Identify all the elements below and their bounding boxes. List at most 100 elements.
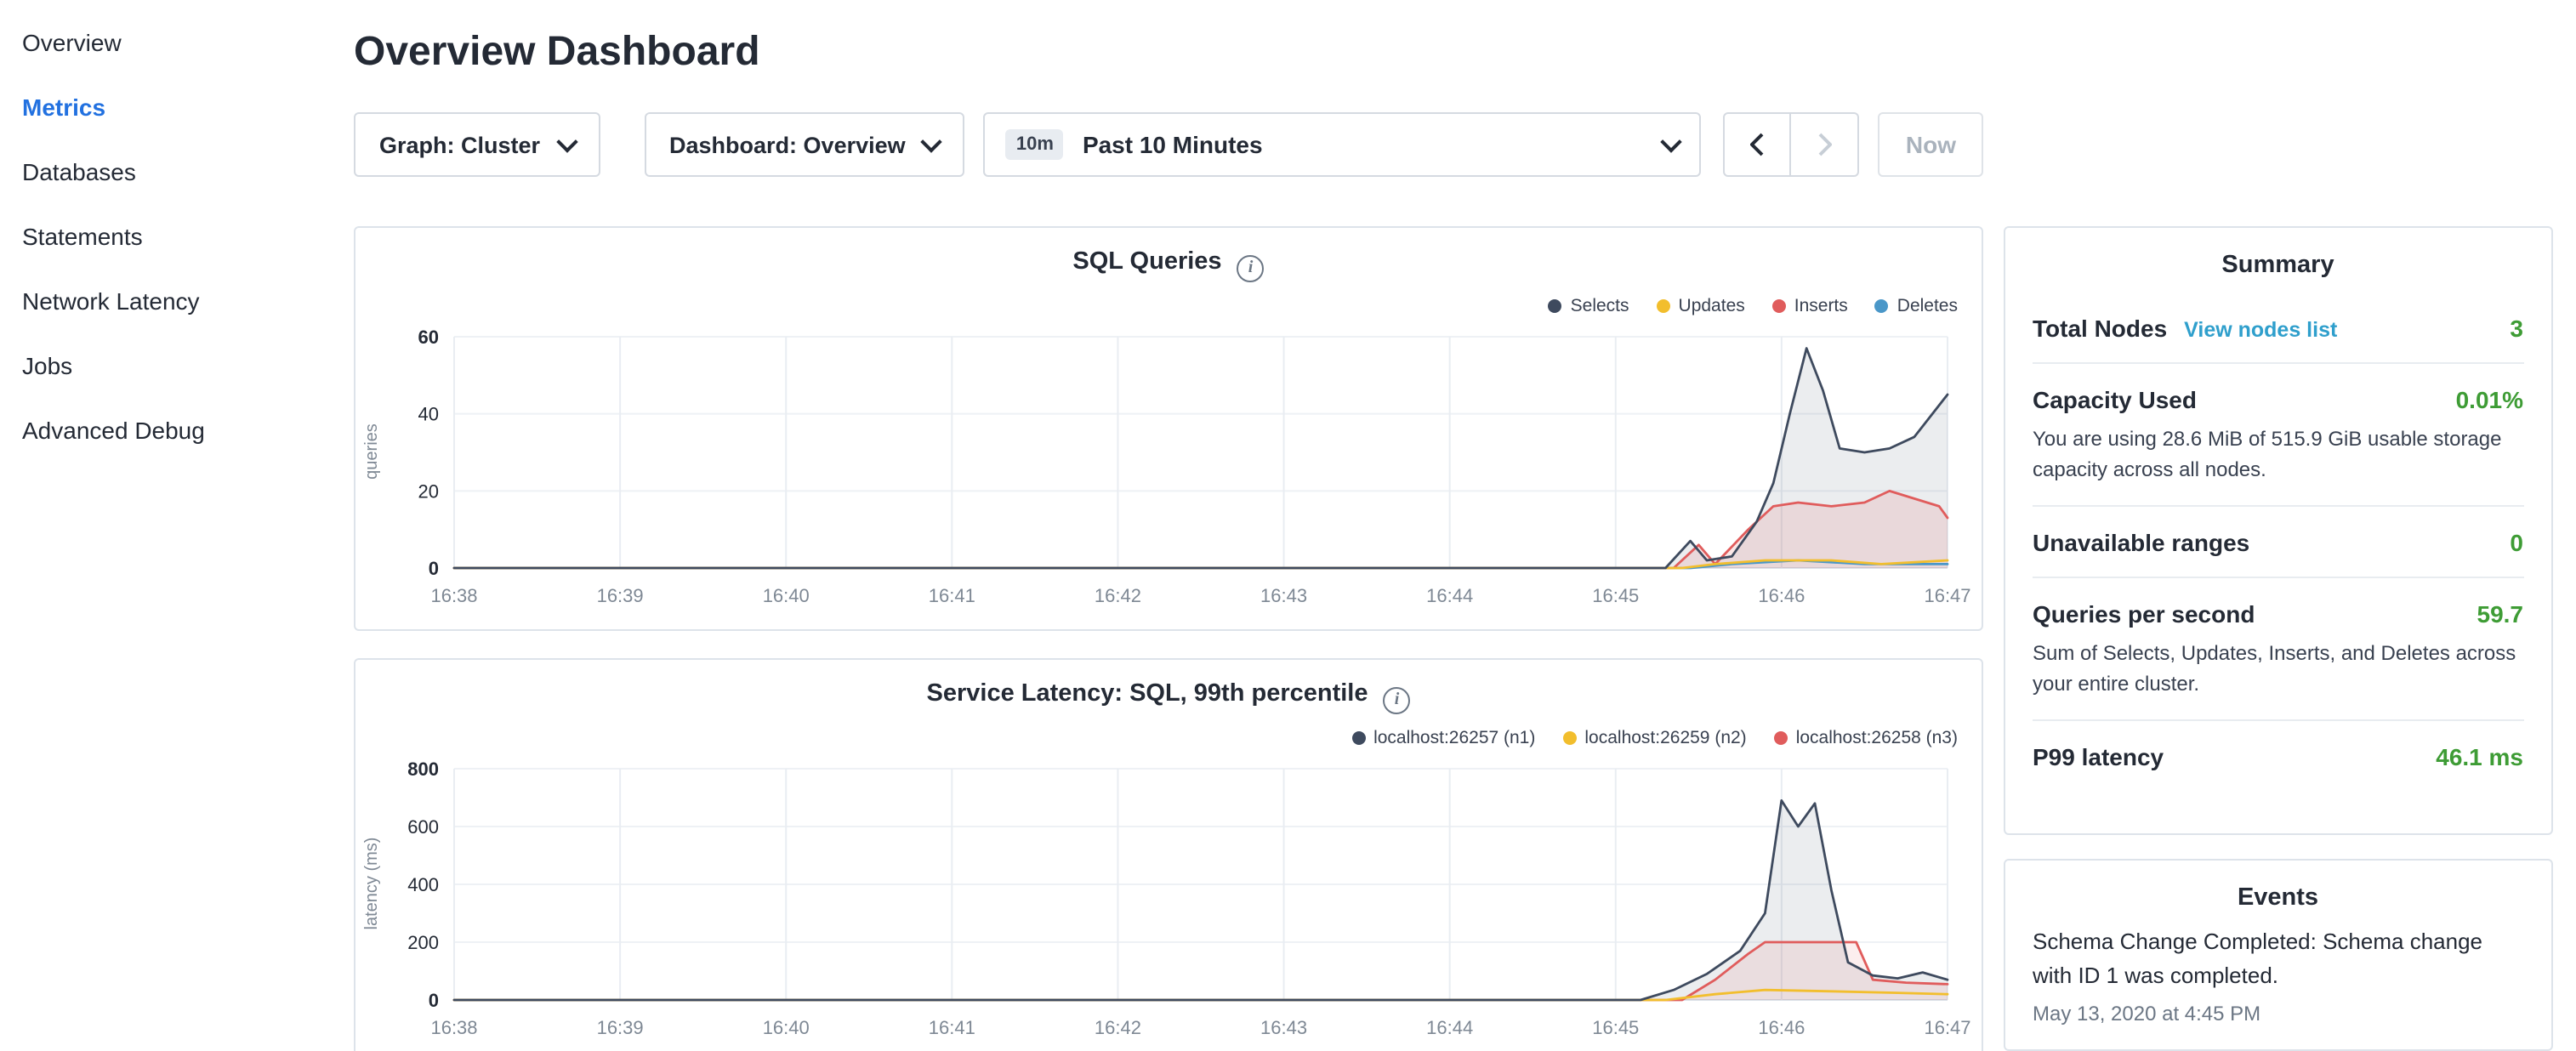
graph-scope-dropdown[interactable]: Graph: Cluster	[354, 112, 600, 177]
sidebar-item-metrics[interactable]: Metrics	[0, 75, 340, 139]
info-icon[interactable]: i	[1237, 254, 1265, 281]
svg-text:16:41: 16:41	[929, 1017, 975, 1038]
time-forward-button[interactable]	[1792, 112, 1860, 177]
legend-item: localhost:26258 (n3)	[1774, 728, 1958, 748]
info-icon[interactable]: i	[1384, 686, 1411, 713]
summary-panel: Summary Total Nodes View nodes list 3 Capac…	[2004, 226, 2552, 835]
legend-label: Updates	[1679, 296, 1745, 316]
legend-item: Inserts	[1772, 296, 1848, 316]
summary-value: 3	[2496, 315, 2523, 342]
page-title: Overview Dashboard	[354, 24, 1983, 82]
time-range-label: Past 10 Minutes	[1083, 131, 1263, 158]
chart-header: SQL Queries i	[355, 228, 1982, 279]
dashboard-dropdown[interactable]: Dashboard: Overview	[644, 112, 965, 177]
legend-label: localhost:26258 (n3)	[1796, 728, 1958, 748]
summary-value: 59.7	[2464, 600, 2524, 628]
summary-value: 0.01%	[2442, 386, 2523, 413]
svg-text:16:41: 16:41	[929, 585, 975, 606]
time-range-badge: 10m	[1006, 129, 1064, 160]
time-back-button[interactable]	[1724, 112, 1792, 177]
events-title: Events	[2033, 884, 2523, 912]
svg-text:600: 600	[407, 816, 439, 838]
svg-text:16:40: 16:40	[763, 585, 810, 606]
summary-value: 0	[2496, 529, 2523, 556]
events-panel: Events Schema Change Completed: Schema c…	[2004, 859, 2552, 1051]
summary-row: Capacity Used 0.01% You are using 28.6 MiB…	[2033, 364, 2523, 507]
legend-label: Selects	[1571, 296, 1629, 316]
summary-description: Sum of Selects, Updates, Inserts, and De…	[2033, 638, 2523, 699]
summary-column: Summary Total Nodes View nodes list 3 Capac…	[2004, 226, 2552, 1051]
chevron-down-icon	[921, 130, 942, 151]
svg-text:16:39: 16:39	[597, 1017, 644, 1038]
chart-panel-sql-queries: SQL Queries i Selects Updates Inserts Delete…	[354, 226, 1983, 631]
sidebar-item-statements[interactable]: Statements	[0, 204, 340, 269]
now-button[interactable]: Now	[1879, 112, 1983, 177]
chevron-right-icon	[1818, 133, 1832, 156]
summary-description: You are using 28.6 MiB of 515.9 GiB usab…	[2033, 423, 2523, 485]
legend-label: localhost:26259 (n2)	[1584, 728, 1746, 748]
summary-label: P99 latency	[2033, 743, 2164, 770]
main-content: Overview Dashboard Graph: Cluster Dashbo…	[340, 0, 2576, 1051]
sidebar-item-advanced-debug[interactable]: Advanced Debug	[0, 398, 340, 463]
svg-text:16:44: 16:44	[1426, 1017, 1473, 1038]
svg-text:16:45: 16:45	[1592, 585, 1639, 606]
legend-label: Deletes	[1897, 296, 1958, 316]
summary-row: P99 latency46.1 ms	[2033, 721, 2523, 791]
sidebar-item-overview[interactable]: Overview	[0, 10, 340, 75]
chart-legend: localhost:26257 (n1) localhost:26259 (n2)…	[1351, 728, 1958, 748]
y-axis-label: queries	[363, 383, 382, 520]
toolbar: Graph: Cluster Dashboard: Overview 10m P…	[354, 112, 1983, 177]
svg-text:16:47: 16:47	[1924, 1017, 1970, 1038]
svg-text:16:39: 16:39	[597, 585, 644, 606]
chart-legend: Selects Updates Inserts Deletes	[1549, 296, 1958, 316]
svg-text:40: 40	[418, 404, 439, 425]
chart-panel-service-latency: Service Latency: SQL, 99th percentile i l…	[354, 658, 1983, 1051]
legend-dot-icon	[1562, 731, 1576, 745]
legend-dot-icon	[1772, 299, 1786, 313]
legend-dot-icon	[1875, 299, 1889, 313]
view-nodes-link[interactable]: View nodes list	[2184, 318, 2337, 342]
legend-label: localhost:26257 (n1)	[1373, 728, 1535, 748]
svg-text:16:38: 16:38	[430, 1017, 477, 1038]
summary-title: Summary	[2033, 252, 2523, 279]
chart-title: Service Latency: SQL, 99th percentile	[927, 680, 1368, 707]
svg-text:800: 800	[407, 758, 439, 780]
summary-row: Unavailable ranges 0	[2033, 507, 2523, 578]
legend-dot-icon	[1657, 299, 1670, 313]
charts-column: Overview Dashboard Graph: Cluster Dashbo…	[354, 0, 1983, 1051]
svg-text:16:43: 16:43	[1260, 1017, 1307, 1038]
event-timestamp: May 13, 2020 at 4:45 PM	[2033, 1003, 2523, 1026]
sidebar-item-network-latency[interactable]: Network Latency	[0, 269, 340, 333]
summary-row: Total Nodes View nodes list 3	[2033, 293, 2523, 364]
sidebar-item-jobs[interactable]: Jobs	[0, 333, 340, 398]
sidebar-item-databases[interactable]: Databases	[0, 139, 340, 204]
svg-text:0: 0	[429, 990, 439, 1011]
svg-text:16:42: 16:42	[1095, 1017, 1141, 1038]
summary-label: Unavailable ranges	[2033, 529, 2249, 556]
legend-item: localhost:26259 (n2)	[1562, 728, 1746, 748]
svg-text:16:45: 16:45	[1592, 1017, 1639, 1038]
summary-label: Capacity Used	[2033, 386, 2197, 413]
time-range-dropdown[interactable]: 10m Past 10 Minutes	[984, 112, 1702, 177]
sidebar: OverviewMetricsDatabasesStatementsNetwor…	[0, 0, 340, 1051]
svg-text:16:38: 16:38	[430, 585, 477, 606]
chart-plot: 020040060080016:3816:3916:4016:4116:4216…	[355, 755, 1982, 1044]
chevron-down-icon	[1661, 130, 1682, 151]
legend-dot-icon	[1549, 299, 1562, 313]
svg-text:16:44: 16:44	[1426, 585, 1473, 606]
chart-title: SQL Queries	[1072, 248, 1221, 276]
svg-text:200: 200	[407, 932, 439, 953]
legend-dot-icon	[1774, 731, 1788, 745]
legend-item: localhost:26257 (n1)	[1351, 728, 1535, 748]
svg-text:16:46: 16:46	[1758, 585, 1805, 606]
summary-label: Total Nodes	[2033, 315, 2167, 342]
svg-text:0: 0	[429, 558, 439, 579]
event-text[interactable]: Schema Change Completed: Schema change w…	[2033, 925, 2523, 994]
summary-label: Queries per second	[2033, 600, 2255, 628]
chart-plot: 020406016:3816:3916:4016:4116:4216:4316:…	[355, 323, 1982, 612]
y-axis-label: latency (ms)	[363, 815, 382, 952]
legend-item: Deletes	[1875, 296, 1958, 316]
time-controls: 10m Past 10 Minutes Now	[984, 112, 1983, 177]
chart-header: Service Latency: SQL, 99th percentile i	[355, 660, 1982, 711]
svg-text:16:46: 16:46	[1758, 1017, 1805, 1038]
